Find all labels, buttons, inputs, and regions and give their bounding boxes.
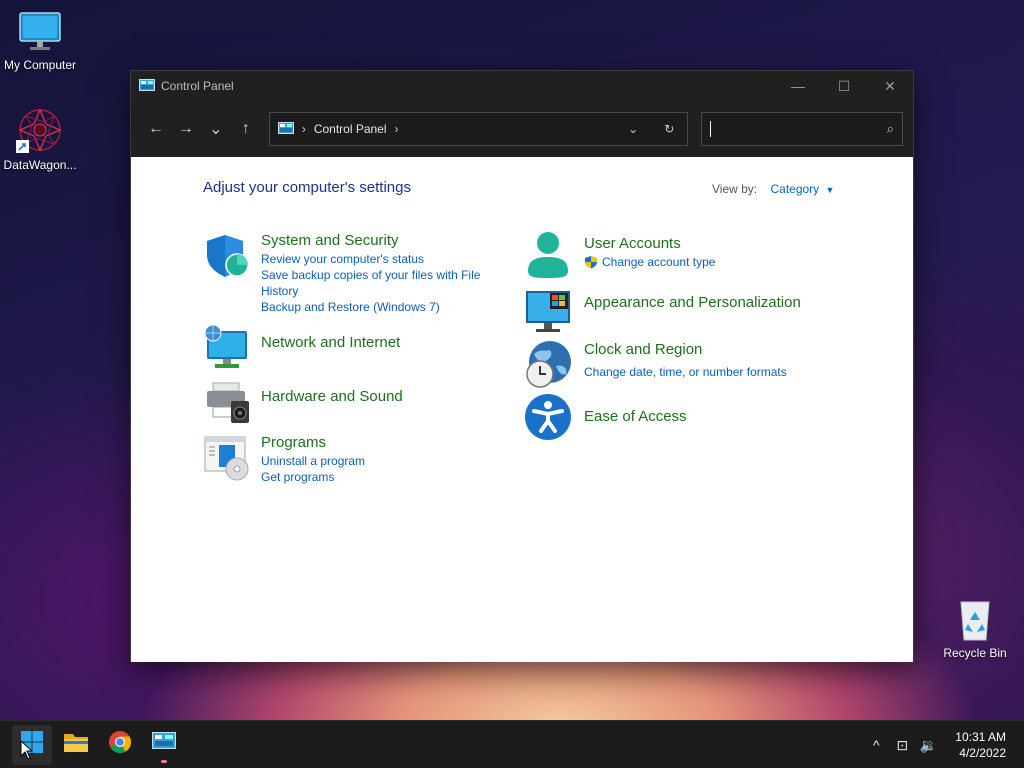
category-title[interactable]: Network and Internet [261, 333, 400, 353]
up-button[interactable]: ↑ [231, 114, 261, 144]
system-tray: ^ ⊡ 🔉 10:31 AM 4/2/2022 [863, 721, 1024, 768]
category-title[interactable]: User Accounts [584, 234, 715, 254]
refresh-button[interactable]: ↻ [651, 113, 687, 145]
category-programs: Programs Uninstall a program Get program… [203, 433, 365, 485]
desktop-icon-my-computer[interactable]: My Computer [0, 10, 80, 72]
control-panel-window: Control Panel — ☐ ✕ ← → ⌄ ↑ › Control Pa… [130, 70, 914, 662]
category-link[interactable]: Get programs [261, 469, 365, 485]
category-link[interactable]: Save backup copies of your files with Fi… [261, 267, 491, 299]
category-user-accounts: User Accounts Change account type [524, 231, 715, 279]
folder-icon [63, 731, 89, 758]
category-title[interactable]: Programs [261, 433, 365, 453]
category-link[interactable]: Change date, time, or number formats [584, 364, 787, 380]
control-panel-icon [139, 79, 155, 93]
desktop-icon-label: Recycle Bin [943, 646, 1007, 660]
maximize-button[interactable]: ☐ [821, 71, 867, 101]
search-box[interactable]: ⌕ [701, 112, 903, 146]
category-ease-of-access: Ease of Access [524, 393, 687, 441]
search-input[interactable] [710, 121, 887, 137]
taskbar-chrome[interactable] [100, 725, 140, 765]
control-panel-content: Adjust your computer's settings View by:… [131, 157, 913, 662]
monitor-icon [18, 10, 62, 54]
desktop-icon-label: DataWagon... [3, 158, 77, 172]
back-button[interactable]: ← [141, 114, 171, 144]
dropdown-caret-icon[interactable]: ▼ [826, 185, 835, 195]
programs-icon[interactable] [203, 433, 251, 481]
network-globe-icon[interactable] [203, 323, 251, 371]
chrome-icon [108, 730, 132, 759]
category-title[interactable]: Appearance and Personalization [584, 293, 801, 313]
user-accounts-icon[interactable] [524, 231, 572, 279]
category-network-and-internet: Network and Internet [203, 323, 400, 371]
show-hidden-icons-chevron-icon[interactable]: ^ [863, 730, 889, 760]
network-icon[interactable]: ⊡ [889, 730, 915, 760]
forward-button[interactable]: → [171, 114, 201, 144]
clock-time: 10:31 AM [955, 730, 1006, 744]
desktop-icon-datawagon[interactable]: DataWagon... [0, 106, 80, 172]
view-by-label: View by: [712, 182, 758, 196]
printer-speaker-icon[interactable] [203, 377, 251, 425]
navigation-bar: ← → ⌄ ↑ › Control Panel › ⌄ ↻ ⌕ [131, 101, 913, 157]
recycle-bin-icon [955, 596, 995, 642]
appearance-monitor-icon[interactable] [524, 287, 572, 335]
clock[interactable]: 10:31 AM 4/2/2022 [941, 729, 1024, 761]
view-by-dropdown[interactable]: Category [770, 182, 819, 196]
breadcrumb-separator[interactable]: › [302, 122, 306, 136]
minimize-button[interactable]: — [775, 71, 821, 101]
window-title: Control Panel [161, 79, 234, 93]
category-title[interactable]: Ease of Access [584, 407, 687, 427]
clock-globe-icon[interactable] [524, 340, 572, 388]
category-title[interactable]: Hardware and Sound [261, 387, 403, 407]
category-title[interactable]: Clock and Region [584, 340, 787, 360]
start-button[interactable] [12, 724, 52, 765]
view-by: View by: Category ▼ [712, 182, 834, 196]
category-link[interactable]: Uninstall a program [261, 453, 365, 469]
breadcrumb-control-panel[interactable]: Control Panel [314, 122, 387, 136]
taskbar-file-explorer[interactable] [56, 725, 96, 765]
desktop-icon-label: My Computer [3, 58, 77, 72]
breadcrumb-separator[interactable]: › [395, 122, 399, 136]
category-hardware-and-sound: Hardware and Sound [203, 377, 403, 425]
taskbar: ^ ⊡ 🔉 10:31 AM 4/2/2022 [0, 720, 1024, 768]
uac-shield-icon [584, 255, 598, 269]
category-link[interactable]: Change account type [602, 254, 715, 270]
volume-icon[interactable]: 🔉 [915, 730, 941, 760]
close-button[interactable]: ✕ [867, 71, 913, 101]
control-panel-icon [152, 732, 176, 757]
address-bar[interactable]: › Control Panel › ⌄ ↻ [268, 112, 689, 146]
category-system-and-security: System and Security Review your computer… [203, 231, 503, 315]
desktop-icon-recycle-bin[interactable]: Recycle Bin [935, 596, 1015, 660]
datawagon-shortcut-icon [16, 106, 64, 154]
accessibility-icon[interactable] [524, 393, 572, 441]
control-panel-icon [277, 122, 294, 136]
recent-locations-button[interactable]: ⌄ [201, 114, 231, 144]
address-dropdown-button[interactable]: ⌄ [615, 113, 651, 145]
taskbar-control-panel[interactable] [144, 725, 184, 765]
mouse-cursor-icon [20, 739, 34, 765]
category-appearance-and-personalization: Appearance and Personalization [524, 287, 801, 335]
search-icon[interactable]: ⌕ [887, 121, 894, 137]
category-link[interactable]: Review your computer's status [261, 251, 491, 267]
shield-icon[interactable] [203, 231, 251, 279]
page-title: Adjust your computer's settings [203, 179, 411, 196]
window-titlebar[interactable]: Control Panel — ☐ ✕ [131, 71, 913, 101]
category-link[interactable]: Backup and Restore (Windows 7) [261, 299, 491, 315]
category-clock-and-region: Clock and Region Change date, time, or n… [524, 340, 787, 388]
category-title[interactable]: System and Security [261, 231, 491, 251]
clock-date: 4/2/2022 [959, 746, 1006, 760]
